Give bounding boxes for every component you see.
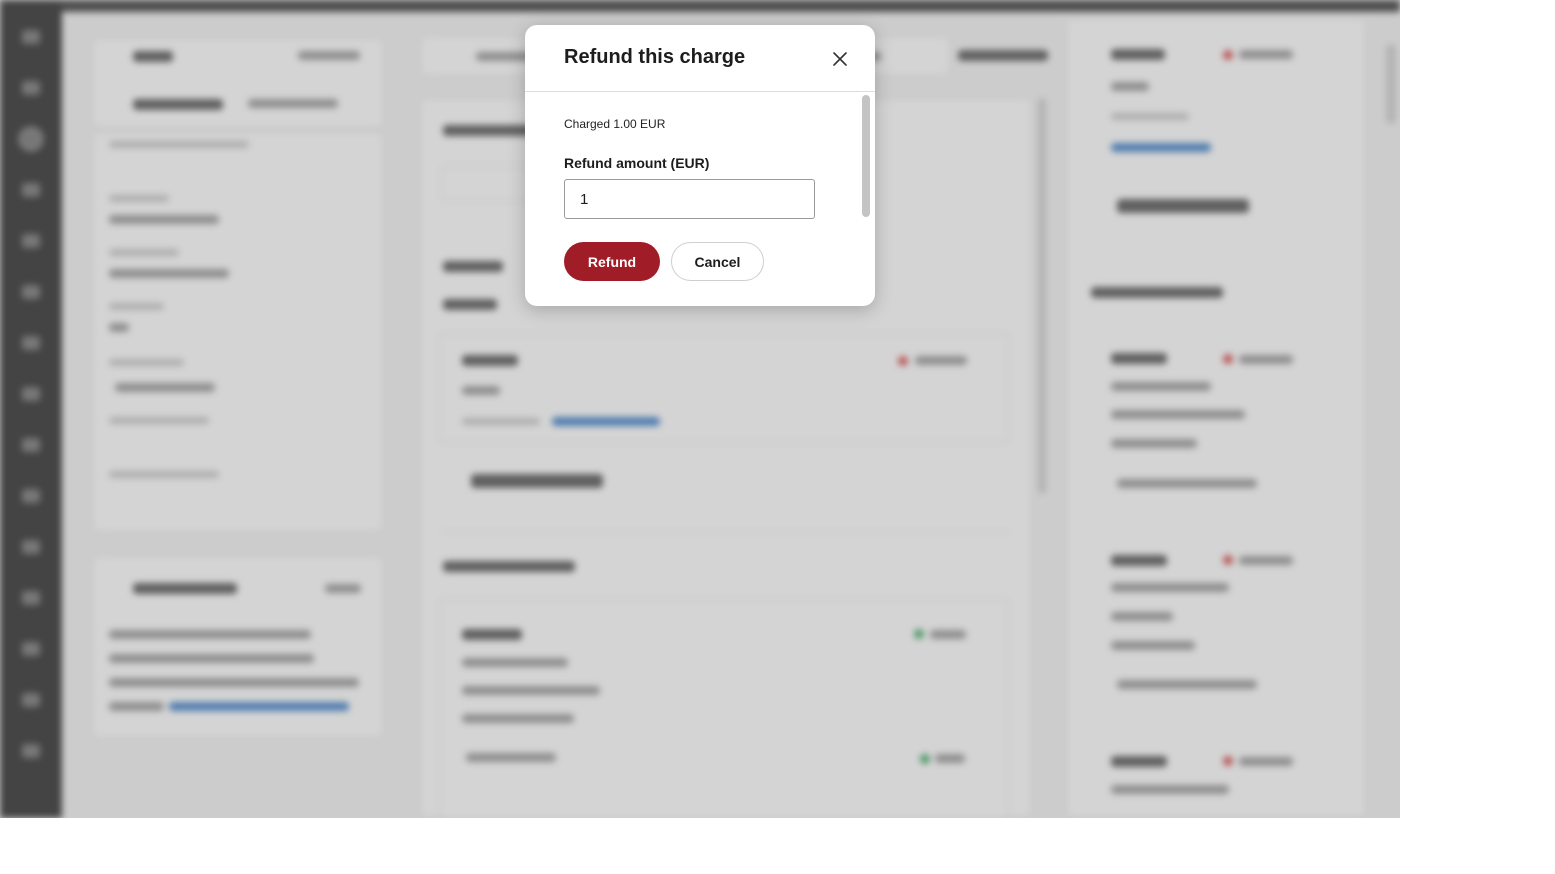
close-button[interactable] [828, 47, 852, 71]
refund-button[interactable]: Refund [564, 242, 660, 281]
modal-scroll-thumb[interactable] [862, 95, 870, 217]
refund-amount-label: Refund amount (EUR) [564, 155, 710, 171]
cancel-button[interactable]: Cancel [671, 242, 764, 281]
close-icon [833, 52, 847, 66]
modal-header: Refund this charge [525, 25, 875, 92]
refund-amount-input[interactable] [564, 179, 815, 219]
modal-body: Charged 1.00 EUR Refund amount (EUR) Ref… [525, 93, 875, 306]
charged-amount-text: Charged 1.00 EUR [564, 117, 666, 131]
modal-scrollbar[interactable] [862, 95, 870, 217]
refund-modal: Refund this charge Charged 1.00 EUR Refu… [525, 25, 875, 306]
modal-title: Refund this charge [564, 46, 746, 68]
